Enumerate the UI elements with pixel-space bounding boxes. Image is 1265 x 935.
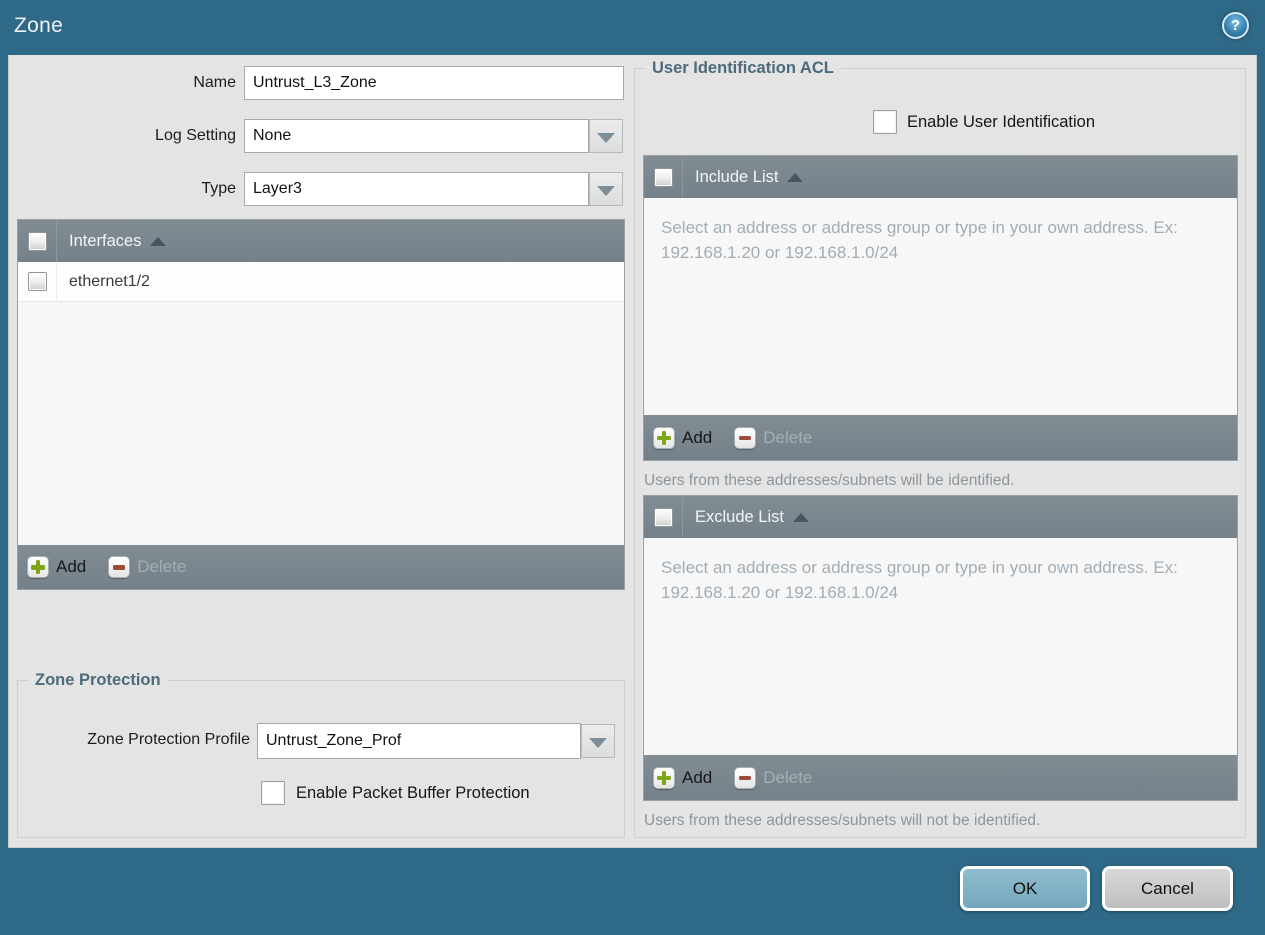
exclude-list-column-header[interactable]: Exclude List [695, 508, 809, 527]
minus-icon [734, 766, 757, 789]
delete-button[interactable]: Delete [108, 556, 186, 578]
type-input[interactable] [244, 172, 589, 206]
add-button[interactable]: Add [653, 766, 712, 789]
exclude-list-caption: Users from these addresses/subnets will … [644, 812, 1041, 829]
zone-protection-legend: Zone Protection [28, 671, 168, 690]
select-all-cell [644, 496, 683, 538]
add-button[interactable]: Add [653, 426, 712, 449]
ok-button[interactable]: OK [960, 866, 1090, 911]
log-setting-label: Log Setting [155, 127, 236, 144]
exclude-list-toolbar: Add Delete [644, 755, 1237, 800]
table-row[interactable]: ethernet1/2 [18, 262, 624, 302]
select-all-cell [18, 220, 57, 262]
type-dropdown-arrow-icon[interactable] [589, 172, 623, 206]
interfaces-column-header[interactable]: Interfaces [69, 232, 167, 251]
enable-user-identification-label: Enable User Identification [907, 113, 1096, 131]
delete-button[interactable]: Delete [734, 426, 812, 449]
plus-icon [27, 556, 49, 578]
include-list-header: Include List [644, 156, 1237, 198]
select-all-checkbox[interactable] [653, 507, 673, 527]
include-list-table: Include List Select an address or addres… [643, 155, 1238, 461]
zone-dialog: Zone ? Name Log Setting Type Interfaces [0, 0, 1265, 935]
interfaces-table-body: ethernet1/2 [18, 262, 624, 545]
delete-button[interactable]: Delete [734, 766, 812, 789]
include-list-caption: Users from these addresses/subnets will … [644, 472, 1015, 489]
add-button[interactable]: Add [27, 556, 86, 578]
interfaces-table-toolbar: Add Delete [18, 545, 624, 589]
name-input[interactable] [244, 66, 624, 100]
zone-protection-profile-label: Zone Protection Profile [87, 731, 250, 748]
enable-packet-buffer-protection-checkbox[interactable] [261, 781, 285, 805]
plus-icon [653, 766, 675, 789]
enable-user-identification-checkbox[interactable] [873, 110, 897, 134]
page-title: Zone [14, 14, 64, 37]
zone-protection-profile-input[interactable] [257, 723, 581, 759]
log-setting-input[interactable] [244, 119, 589, 153]
user-identification-acl-section: User Identification ACL Enable User Iden… [634, 59, 1246, 838]
row-checkbox-cell [18, 262, 57, 301]
exclude-list-body[interactable]: Select an address or address group or ty… [644, 538, 1237, 755]
dialog-titlebar: Zone ? [0, 0, 1265, 55]
help-icon[interactable]: ? [1222, 12, 1249, 39]
select-all-cell [644, 156, 683, 198]
type-label: Type [201, 180, 236, 197]
exclude-list-header: Exclude List [644, 496, 1237, 538]
sort-asc-icon [150, 236, 167, 246]
exclude-list-placeholder: Select an address or address group or ty… [661, 558, 1178, 602]
sort-asc-icon [792, 512, 809, 522]
exclude-list-table: Exclude List Select an address or addres… [643, 495, 1238, 801]
zone-protection-profile-dropdown-arrow-icon[interactable] [581, 724, 615, 758]
enable-packet-buffer-protection-label: Enable Packet Buffer Protection [296, 784, 530, 802]
select-all-checkbox[interactable] [653, 167, 673, 187]
sort-asc-icon [787, 172, 804, 182]
user-identification-acl-legend: User Identification ACL [645, 59, 841, 78]
minus-icon [108, 556, 131, 578]
include-list-body[interactable]: Select an address or address group or ty… [644, 198, 1237, 415]
interface-name: ethernet1/2 [69, 272, 150, 290]
include-list-toolbar: Add Delete [644, 415, 1237, 460]
zone-protection-section: Zone Protection Zone Protection Profile … [17, 671, 625, 838]
log-setting-dropdown-arrow-icon[interactable] [589, 119, 623, 153]
dialog-body: Name Log Setting Type Interfaces [8, 55, 1257, 848]
include-list-placeholder: Select an address or address group or ty… [661, 218, 1178, 262]
include-list-column-header[interactable]: Include List [695, 168, 804, 187]
name-label: Name [193, 74, 236, 91]
interfaces-table-header: Interfaces [18, 220, 624, 262]
interfaces-table: Interfaces ethernet1/2 Add Delete [17, 219, 625, 590]
cancel-button[interactable]: Cancel [1102, 866, 1233, 911]
plus-icon [653, 426, 675, 449]
minus-icon [734, 426, 757, 449]
row-checkbox[interactable] [27, 272, 47, 291]
select-all-checkbox[interactable] [27, 231, 47, 251]
